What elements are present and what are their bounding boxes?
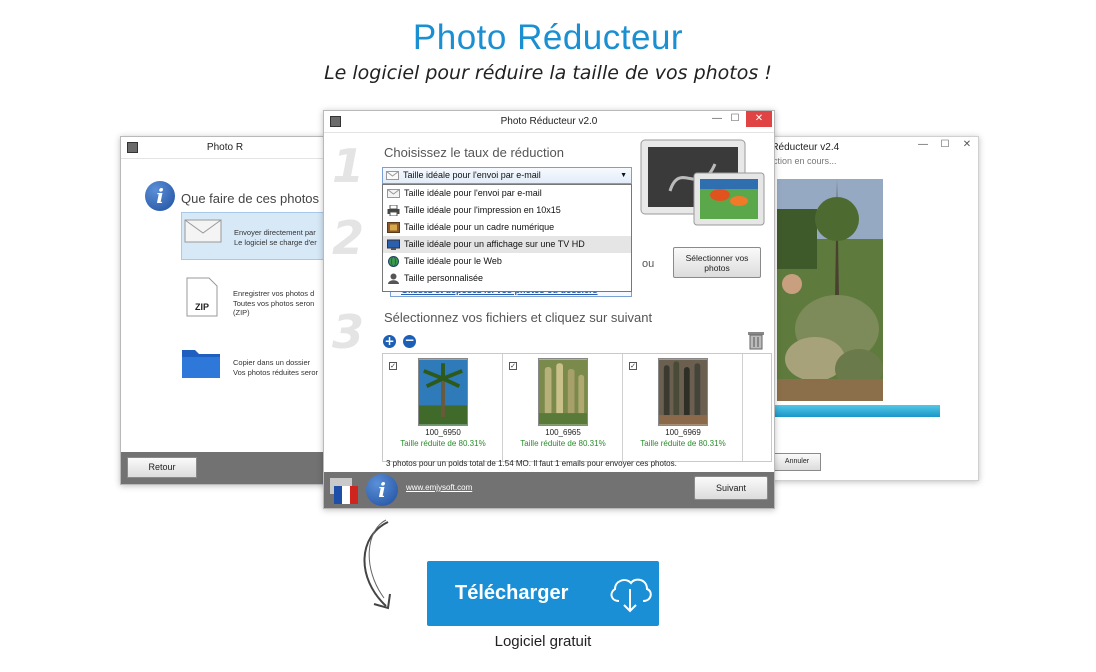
photo-item[interactable]: ✓ 100_6965 Taille réduite de 80.31% xyxy=(503,354,623,461)
dropdown-option-custom[interactable]: Taille personnalisée xyxy=(383,270,631,287)
main-window-footer: i www.emjysoft.com Suivant xyxy=(324,472,774,508)
left-window-titlebar: Photo R xyxy=(121,137,329,159)
photo-ratio: Taille réduite de 80.31% xyxy=(640,439,726,448)
download-button[interactable]: Télécharger xyxy=(427,561,659,626)
svg-text:ZIP: ZIP xyxy=(195,302,209,312)
trash-icon[interactable] xyxy=(747,330,765,350)
photo-name: 100_6965 xyxy=(545,428,581,437)
photo-checkbox[interactable]: ✓ xyxy=(629,362,637,370)
option-save-zip[interactable]: ZIP Enregistrer vos photos d Toutes vos … xyxy=(181,277,329,327)
reduction-dropdown[interactable]: Taille idéale pour l'envoi par e-mail ▼ xyxy=(382,167,632,184)
dropdown-option-tv[interactable]: Taille idéale pour un affichage sur une … xyxy=(383,236,631,253)
photo-name: 100_6969 xyxy=(665,428,701,437)
preview-photo xyxy=(777,179,883,401)
minimize-button[interactable]: — xyxy=(912,137,934,153)
printer-icon xyxy=(387,205,400,216)
website-link[interactable]: www.emjysoft.com xyxy=(406,483,472,492)
question-heading: Que faire de ces photos xyxy=(181,191,320,206)
option-zip-line1: Enregistrer vos photos d xyxy=(233,289,315,298)
tv-icon xyxy=(387,239,400,250)
main-app-window: Photo Réducteur v2.0 — ☐ ✕ 1 2 3 Choisis… xyxy=(323,110,775,509)
step3-title: Sélectionnez vos fichiers et cliquez sur… xyxy=(384,310,653,325)
info-icon: i xyxy=(145,181,175,211)
app-icon xyxy=(127,142,138,153)
left-window-footer: Retour xyxy=(121,452,329,484)
maximize-button[interactable]: ☐ xyxy=(724,111,746,127)
frame-icon xyxy=(387,222,400,233)
progress-bar xyxy=(775,405,940,417)
step-number-1: 1 xyxy=(332,139,365,193)
dropdown-option-web[interactable]: Taille idéale pour le Web xyxy=(383,253,631,270)
photo-ratio: Taille réduite de 80.31% xyxy=(400,439,486,448)
dropdown-option-print[interactable]: Taille idéale pour l'impression en 10x15 xyxy=(383,202,631,219)
option-zip-line3: (ZIP) xyxy=(233,308,250,317)
photo-checkbox[interactable]: ✓ xyxy=(509,362,517,370)
select-photos-button[interactable]: Sélectionner vos photos xyxy=(673,247,761,278)
dropdown-option-label: Taille idéale pour l'envoi par e-mail xyxy=(404,188,542,198)
folder-icon xyxy=(182,350,220,378)
dropdown-option-label: Taille idéale pour un cadre numérique xyxy=(404,222,555,232)
summary-text: 3 photos pour un poids total de 1.54 MO.… xyxy=(386,459,677,468)
download-button-label: Télécharger xyxy=(455,582,569,604)
dropdown-option-label: Taille idéale pour un affichage sur une … xyxy=(404,239,585,249)
cancel-button[interactable]: Annuler xyxy=(773,453,821,471)
next-button[interactable]: Suivant xyxy=(694,476,768,500)
left-app-window: Photo R i Que faire de ces photos Envoye… xyxy=(120,136,330,485)
dropdown-option-label: Taille personnalisée xyxy=(404,273,484,283)
cloud-download-icon xyxy=(610,578,652,613)
close-button[interactable]: ✕ xyxy=(956,137,978,153)
option-copy-line2: Vos photos réduites seror xyxy=(233,368,319,377)
right-app-window: o Réducteur v2.4 — ☐ ✕ ction en cours...… xyxy=(760,136,979,481)
progress-status: ction en cours... xyxy=(773,156,837,166)
close-button[interactable]: ✕ xyxy=(746,111,772,127)
envelope-icon xyxy=(386,171,399,180)
photo-item[interactable]: ✓ 100_6969 Taille réduite de 80.31% xyxy=(623,354,743,461)
or-label: ou xyxy=(642,258,655,270)
envelope-icon xyxy=(184,219,222,243)
photo-thumbnail xyxy=(538,358,588,426)
dropdown-selected-value: Taille idéale pour l'envoi par e-mail xyxy=(403,170,541,180)
remove-icon[interactable]: − xyxy=(403,334,416,348)
globe-icon xyxy=(388,256,399,267)
photo-item[interactable]: ✓ 100_6950 Taille réduite de 80.31% xyxy=(383,354,503,461)
photo-ratio: Taille réduite de 80.31% xyxy=(520,439,606,448)
free-software-label: Logiciel gratuit xyxy=(494,633,592,650)
reduction-dropdown-list: Taille idéale pour l'envoi par e-mail Ta… xyxy=(382,184,632,292)
left-window-title: Photo R xyxy=(206,142,244,153)
step-number-3: 3 xyxy=(332,305,365,359)
info-icon[interactable]: i xyxy=(366,474,398,506)
photo-thumbnail xyxy=(658,358,708,426)
envelope-icon xyxy=(387,189,400,198)
user-icon xyxy=(388,273,399,284)
page-subtitle: Le logiciel pour réduire la taille de vo… xyxy=(324,62,772,84)
main-window-title: Photo Réducteur v2.0 xyxy=(500,116,598,127)
hand-drawn-arrow-icon xyxy=(363,519,391,610)
main-window-titlebar: Photo Réducteur v2.0 — ☐ ✕ xyxy=(324,111,774,133)
page-title: Photo Réducteur xyxy=(412,18,684,57)
option-send-email[interactable]: Envoyer directement par Le logiciel se c… xyxy=(181,212,329,260)
flag-icon xyxy=(330,478,358,504)
preview-frames-icon xyxy=(640,139,765,226)
dropdown-option-label: Taille idéale pour le Web xyxy=(404,256,502,266)
photo-thumbnail xyxy=(418,358,468,426)
option-send-line1: Envoyer directement par xyxy=(234,228,316,237)
photo-checkbox[interactable]: ✓ xyxy=(389,362,397,370)
option-copy-folder[interactable]: Copier dans un dossier Vos photos réduit… xyxy=(181,344,329,384)
photo-grid: ✓ 100_6950 Taille réduite de 80.31% ✓ 10… xyxy=(382,353,772,462)
option-send-line2: Le logiciel se charge d'er xyxy=(234,238,317,247)
add-icon[interactable]: + xyxy=(383,335,396,348)
zip-file-icon: ZIP xyxy=(186,277,218,317)
chevron-down-icon[interactable]: ▼ xyxy=(620,168,627,183)
app-icon xyxy=(330,116,341,127)
dropdown-option-frame[interactable]: Taille idéale pour un cadre numérique xyxy=(383,219,631,236)
dropdown-option-email[interactable]: Taille idéale pour l'envoi par e-mail xyxy=(383,185,631,202)
step-number-2: 2 xyxy=(332,211,365,265)
maximize-button[interactable]: ☐ xyxy=(934,137,956,153)
step1-title: Choisissez le taux de réduction xyxy=(384,145,564,160)
dropdown-option-label: Taille idéale pour l'impression en 10x15 xyxy=(404,205,561,215)
photo-name: 100_6950 xyxy=(425,428,461,437)
back-button[interactable]: Retour xyxy=(127,457,197,478)
option-copy-line1: Copier dans un dossier xyxy=(233,358,311,367)
